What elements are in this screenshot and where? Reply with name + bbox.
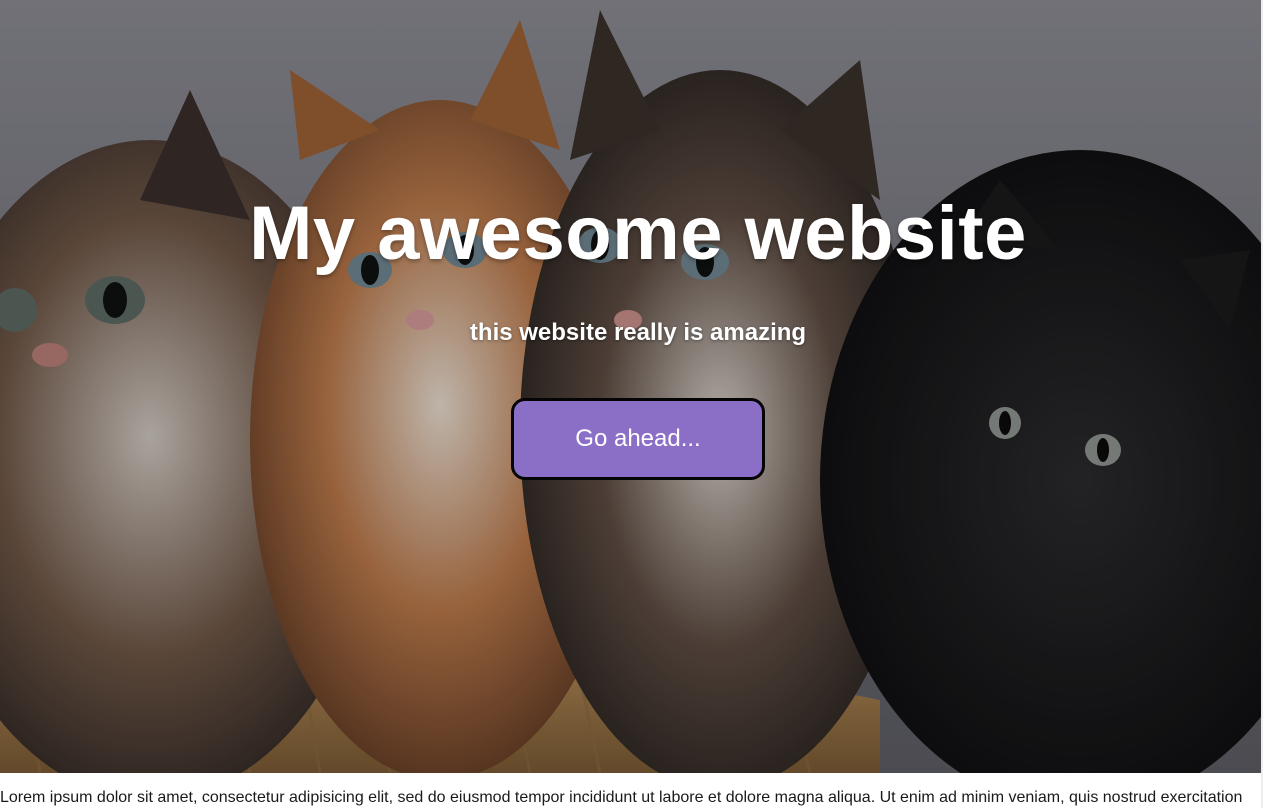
hero-section: My awesome website this website really i… bbox=[0, 0, 1261, 773]
go-ahead-button[interactable]: Go ahead... bbox=[511, 398, 765, 480]
page-title: My awesome website bbox=[249, 191, 1027, 276]
lorem-paragraph: Lorem ipsum dolor sit amet, consectetur … bbox=[0, 789, 1243, 806]
hero-dark-overlay bbox=[0, 0, 1261, 773]
page-subtitle: this website really is amazing bbox=[469, 319, 807, 346]
